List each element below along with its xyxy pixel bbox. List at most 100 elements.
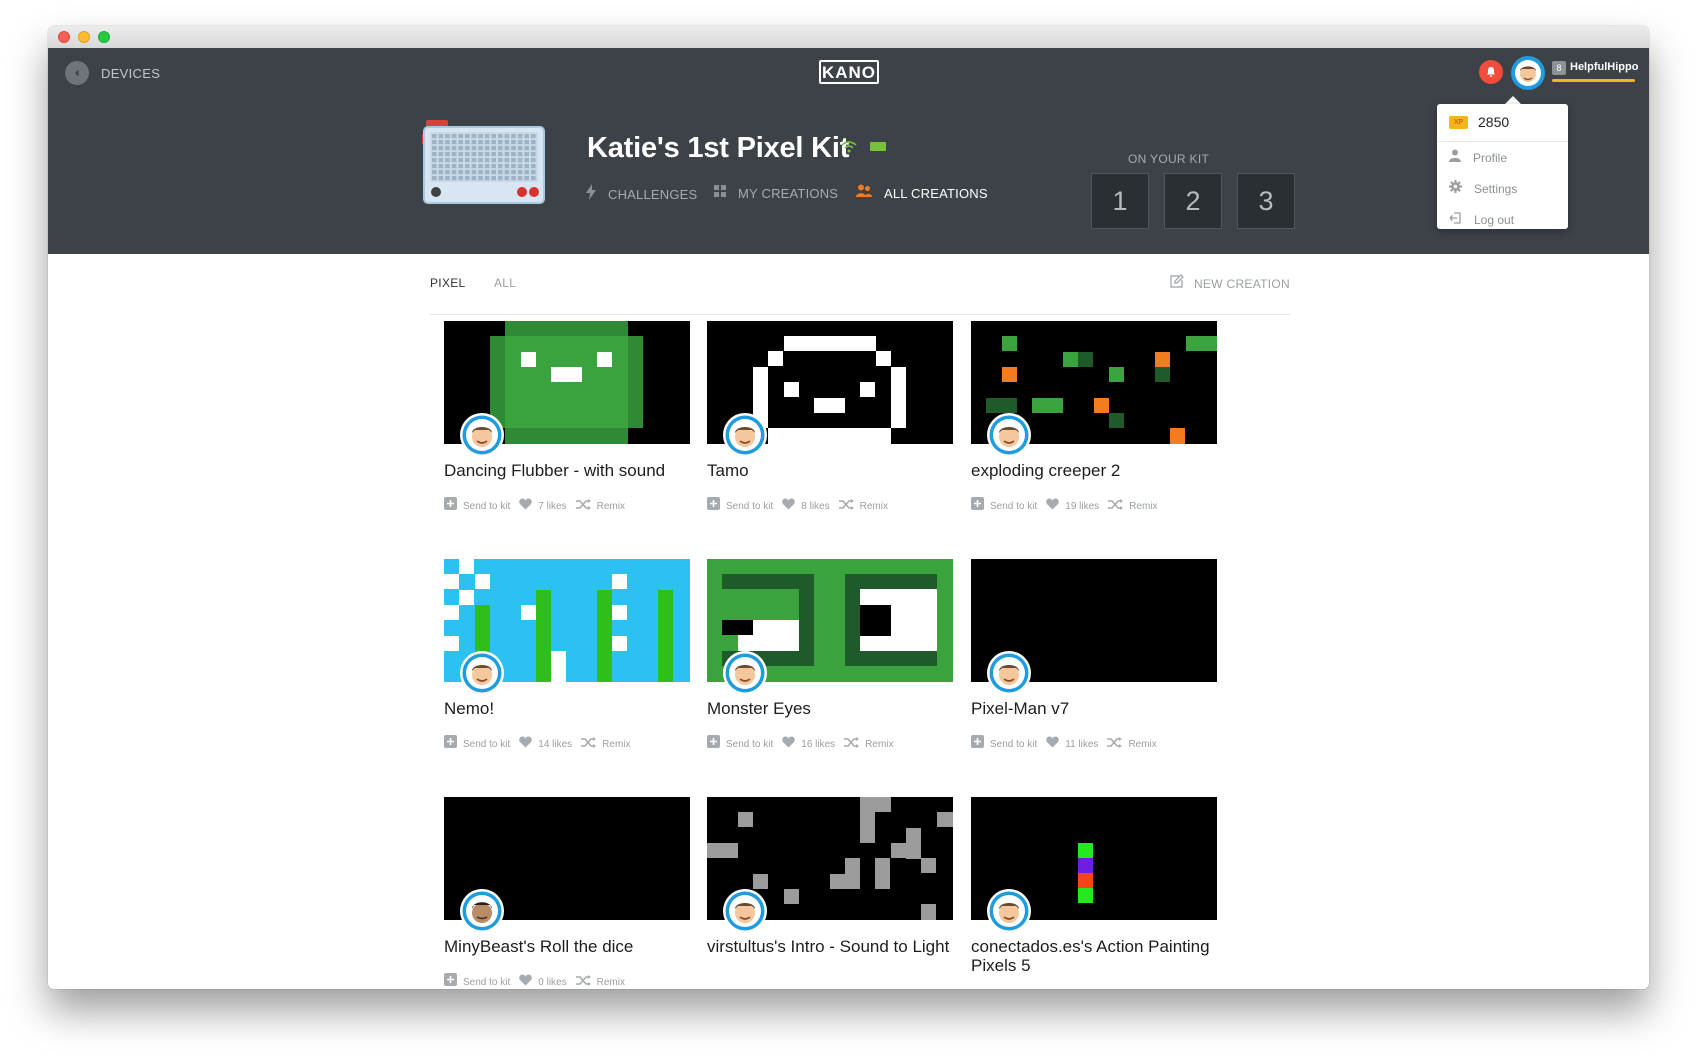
shuffle-icon xyxy=(1107,735,1123,753)
creation-actions: Send to kit 8 likes Remix xyxy=(707,497,897,515)
like-button[interactable]: 11 likes xyxy=(1046,735,1098,753)
kit-header: DEVICES KANO 8 HelpfulHippo Katie's 1st … xyxy=(48,48,1649,276)
tab-all-creations[interactable]: ALL CREATIONS xyxy=(856,184,988,202)
remix-label: Remix xyxy=(1128,738,1157,750)
send-to-kit-button[interactable]: Send to kit xyxy=(444,735,510,753)
author-avatar[interactable] xyxy=(987,889,1031,938)
creation-title[interactable]: Monster Eyes xyxy=(707,699,953,718)
creation-title[interactable]: conectados.es's Action Painting Pixels 5 xyxy=(971,937,1217,975)
gear-icon xyxy=(1449,180,1462,198)
likes-count: 11 likes xyxy=(1065,738,1099,750)
creation-title[interactable]: Nemo! xyxy=(444,699,690,718)
send-to-kit-button[interactable]: Send to kit xyxy=(444,497,510,515)
send-to-kit-button[interactable]: Send to kit xyxy=(707,735,773,753)
menu-item-profile[interactable]: Profile xyxy=(1449,149,1507,167)
remix-button[interactable]: Remix xyxy=(575,973,625,989)
like-button[interactable]: 0 likes xyxy=(519,973,567,989)
like-button[interactable]: 7 likes xyxy=(519,497,567,515)
person-icon xyxy=(1449,149,1461,167)
send-to-kit-label: Send to kit xyxy=(463,738,511,750)
xp-badge-icon: XP xyxy=(1449,115,1468,129)
kit-slot-3[interactable]: 3 xyxy=(1237,173,1295,229)
filter-tab-all[interactable]: ALL xyxy=(494,276,516,290)
shuffle-icon xyxy=(844,735,860,753)
remix-button[interactable]: Remix xyxy=(844,735,894,753)
back-arrow-icon xyxy=(65,61,89,85)
author-avatar[interactable] xyxy=(460,889,504,938)
filter-tab-pixel[interactable]: PIXEL xyxy=(430,276,466,290)
menu-item-logout-label: Log out xyxy=(1474,213,1515,227)
creation-title[interactable]: exploding creeper 2 xyxy=(971,461,1217,480)
author-avatar[interactable] xyxy=(723,651,767,700)
plus-box-icon xyxy=(444,735,457,753)
menu-item-settings[interactable]: Settings xyxy=(1449,180,1517,198)
like-button[interactable]: 16 likes xyxy=(782,735,835,753)
creation-title[interactable]: Pixel-Man v7 xyxy=(971,699,1217,718)
menu-item-logout[interactable]: Log out xyxy=(1449,211,1514,229)
author-avatar[interactable] xyxy=(987,651,1031,700)
remix-label: Remix xyxy=(602,738,631,750)
like-button[interactable]: 19 likes xyxy=(1046,497,1099,515)
heart-icon xyxy=(519,497,533,515)
logout-icon xyxy=(1449,211,1462,229)
shuffle-icon xyxy=(575,497,591,515)
shuffle-icon xyxy=(838,497,854,515)
remix-button[interactable]: Remix xyxy=(581,735,631,753)
remix-button[interactable]: Remix xyxy=(1107,735,1157,753)
app-window: DEVICES KANO 8 HelpfulHippo Katie's 1st … xyxy=(48,26,1649,989)
heart-icon xyxy=(1046,735,1060,753)
user-avatar[interactable] xyxy=(1511,56,1545,95)
new-creation-button[interactable]: NEW CREATION xyxy=(1170,274,1290,293)
tab-my-creations[interactable]: MY CREATIONS xyxy=(714,184,838,202)
grid-icon xyxy=(714,184,726,202)
remix-button[interactable]: Remix xyxy=(575,497,625,515)
heart-icon xyxy=(782,735,796,753)
author-avatar[interactable] xyxy=(987,413,1031,462)
send-to-kit-button[interactable]: Send to kit xyxy=(971,497,1037,515)
tab-challenges[interactable]: CHALLENGES xyxy=(586,184,697,205)
author-avatar[interactable] xyxy=(460,651,504,700)
back-to-devices-button[interactable]: DEVICES xyxy=(65,61,160,85)
new-creation-label: NEW CREATION xyxy=(1193,276,1290,291)
remix-button[interactable]: Remix xyxy=(838,497,888,515)
like-button[interactable]: 14 likes xyxy=(519,735,572,753)
kit-title: Katie's 1st Pixel Kit xyxy=(587,132,850,164)
user-dropdown-menu: XP 2850 Profile Settings Log out xyxy=(1437,104,1568,229)
people-icon xyxy=(856,184,872,202)
tab-challenges-label: CHALLENGES xyxy=(608,187,698,202)
remix-label: Remix xyxy=(859,500,888,512)
send-to-kit-button[interactable]: Send to kit xyxy=(444,973,510,989)
creation-actions: Send to kit 19 likes Remix xyxy=(971,497,1167,515)
author-avatar[interactable] xyxy=(723,413,767,462)
tab-all-creations-label: ALL CREATIONS xyxy=(884,185,988,201)
minimize-window-button[interactable] xyxy=(78,31,90,43)
author-avatar[interactable] xyxy=(460,413,504,462)
like-button[interactable]: 8 likes xyxy=(782,497,830,515)
maximize-window-button[interactable] xyxy=(98,31,110,43)
creation-title[interactable]: MinyBeast's Roll the dice xyxy=(444,937,690,956)
dropdown-divider xyxy=(1437,141,1568,142)
shuffle-icon xyxy=(1108,497,1124,515)
remix-button[interactable]: Remix xyxy=(1108,497,1158,515)
close-window-button[interactable] xyxy=(58,31,70,43)
heart-icon xyxy=(519,973,533,989)
wifi-icon xyxy=(841,140,857,158)
plus-box-icon xyxy=(444,973,457,989)
creation-filter-bar: PIXEL ALL NEW CREATION xyxy=(430,274,1290,315)
creation-title[interactable]: Tamo xyxy=(707,461,953,480)
send-to-kit-button[interactable]: Send to kit xyxy=(971,735,1037,753)
creation-title[interactable]: virstultus's Intro - Sound to Light xyxy=(707,937,953,956)
username[interactable]: HelpfulHippo xyxy=(1570,61,1638,73)
kit-slot-1[interactable]: 1 xyxy=(1091,173,1149,229)
remix-label: Remix xyxy=(865,738,894,750)
on-your-kit-label: ON YOUR KIT xyxy=(1128,152,1210,166)
author-avatar[interactable] xyxy=(723,889,767,938)
battery-icon xyxy=(870,142,886,151)
likes-count: 0 likes xyxy=(538,976,567,988)
notifications-bell-icon[interactable] xyxy=(1479,60,1503,84)
creation-title[interactable]: Dancing Flubber - with sound xyxy=(444,461,690,480)
heart-icon xyxy=(519,735,533,753)
plus-box-icon xyxy=(971,735,984,753)
kit-slot-2[interactable]: 2 xyxy=(1164,173,1222,229)
send-to-kit-button[interactable]: Send to kit xyxy=(707,497,773,515)
